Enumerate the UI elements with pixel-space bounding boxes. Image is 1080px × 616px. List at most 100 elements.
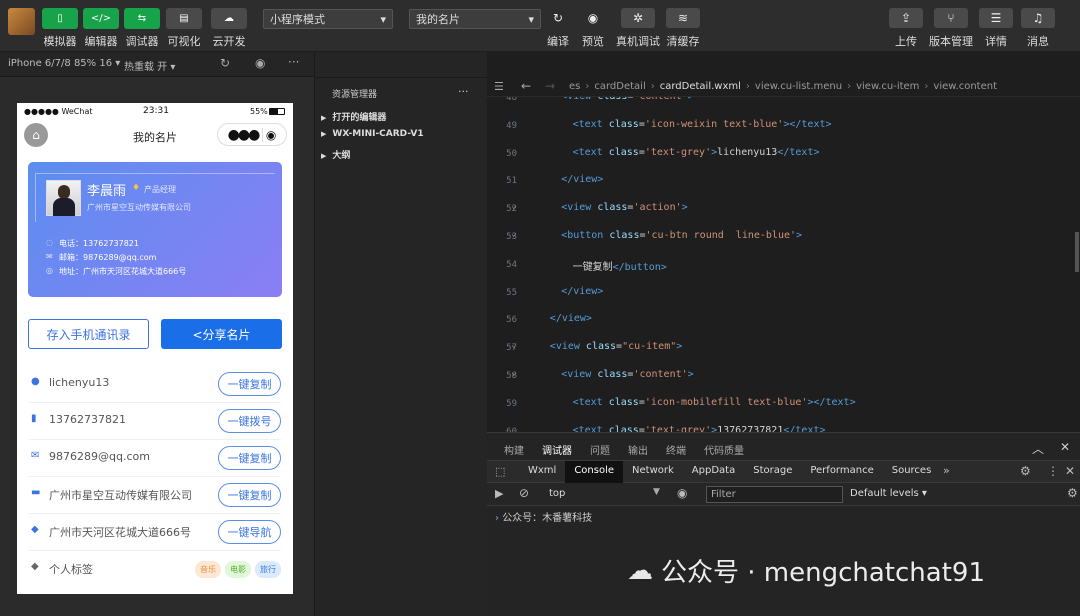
mode-select[interactable]: 小程序模式 ▾ — [263, 9, 393, 29]
chevron-up-icon[interactable]: ︿ — [1032, 440, 1044, 457]
context-select[interactable]: top — [549, 488, 565, 499]
kebab-menu-icon[interactable]: ⋮ — [1047, 464, 1059, 478]
close-target-icon[interactable]: ◉ — [266, 128, 276, 142]
contact-action-button[interactable]: 一键拨号 — [218, 409, 281, 433]
save-contact-button[interactable]: 存入手机通讯录 — [28, 319, 149, 349]
contact-row: ● lichenyu13 一键复制 — [29, 366, 281, 403]
code-area[interactable]: 48 <view class='content'> 49 <text class='i… — [487, 97, 1080, 432]
more-icon[interactable]: ··· — [288, 55, 299, 69]
explorer-section[interactable]: ▶ WX-MINI-CARD-V1 — [321, 129, 424, 139]
fold-chevron-icon[interactable]: ⌄ — [511, 368, 516, 378]
toolbar-bug-button[interactable]: ✲ — [621, 8, 655, 28]
breadcrumb-item[interactable]: cardDetail — [594, 81, 645, 92]
toolbar-bell-button[interactable]: ♫ — [1021, 8, 1055, 28]
battery-level: 55% — [250, 107, 268, 116]
debug-panel-tab[interactable]: 终端 — [666, 442, 686, 461]
project-select[interactable]: 我的名片 ▾ — [409, 9, 541, 29]
explorer-section[interactable]: ▶ 打开的编辑器 — [321, 110, 386, 123]
contact-action-button[interactable]: 一键复制 — [218, 483, 281, 507]
devtools-tab[interactable]: Storage — [744, 461, 801, 483]
code-token: 'content' — [633, 369, 688, 380]
close-icon[interactable]: ✕ — [1060, 440, 1070, 454]
list-icon[interactable]: ☰ — [494, 80, 504, 93]
toolbar-button-2[interactable]: ⇆ — [124, 8, 160, 29]
devtools-tab[interactable]: Sources — [883, 461, 941, 483]
breadcrumb-item[interactable]: view.cu-list.menu — [755, 81, 842, 92]
inspect-icon[interactable]: ⬚ — [495, 465, 505, 478]
devtools-tabbar: ⬚ Wxml Console Network AppData Storage Perfor… — [487, 460, 1080, 483]
devtools-tab[interactable]: Performance — [801, 461, 882, 483]
debug-panel-tab[interactable]: 输出 — [628, 442, 648, 461]
settings-gear-icon[interactable]: ⚙ — [1020, 464, 1031, 478]
device-select[interactable]: iPhone 6/7/8 85% 16 ▾ — [8, 58, 120, 69]
toolbar-upload-button[interactable]: ⇪ — [889, 8, 923, 28]
more-dots-icon[interactable]: ●●● — [228, 127, 261, 143]
breadcrumb-item[interactable]: cardDetail.wxml — [660, 81, 741, 92]
chevron-down-icon: ▾ — [380, 12, 386, 26]
toolbar-refresh-button[interactable]: ↻ — [541, 8, 575, 28]
sidebar-toggle-icon[interactable]: ▶ — [495, 487, 503, 500]
capsule-menu: ●●● ◉ — [217, 123, 287, 146]
forward-arrow-icon[interactable]: → — [545, 79, 555, 93]
explorer-section[interactable]: ▶ 大纲 — [321, 148, 350, 161]
breadcrumb-item[interactable]: view.content — [933, 81, 997, 92]
toolbar-branch-button[interactable]: ⑂ — [934, 8, 968, 28]
toolbar-button-label: 真机调试 — [616, 35, 660, 48]
devtools-tab[interactable]: AppData — [683, 461, 744, 483]
debug-panel-tab[interactable]: 问题 — [590, 442, 610, 461]
debug-panel-tab[interactable]: 代码质量 — [704, 442, 744, 461]
editor-scrollbar[interactable] — [1075, 232, 1079, 272]
line-number: 50 — [506, 148, 517, 159]
chevron-right-icon: ▶ — [321, 152, 327, 160]
toolbar-button-1[interactable]: </> — [83, 8, 119, 29]
code-token: class — [597, 97, 627, 102]
toolbar-layers-button[interactable]: ≋ — [666, 8, 700, 28]
back-arrow-icon[interactable]: ← — [521, 79, 531, 93]
code-token: > — [687, 369, 694, 380]
fold-chevron-icon[interactable]: ⌄ — [511, 201, 516, 211]
contact-action-button[interactable]: 一键复制 — [218, 446, 281, 470]
contact-action-button[interactable]: 一键导航 — [218, 520, 281, 544]
fold-chevron-icon[interactable]: ⌄ — [511, 229, 516, 239]
simulator-toggle[interactable]: ▯ — [42, 8, 78, 29]
devtools-tab[interactable]: Console — [565, 461, 624, 483]
card-address: 地址：广州市天河区花城大道666号 — [59, 267, 187, 276]
contact-action-button[interactable]: 一键复制 — [218, 372, 281, 396]
toolbar-menu-button[interactable]: ☰ — [979, 8, 1013, 28]
code-content: <text class='text-grey'>13762737821</tex… — [573, 425, 826, 432]
breadcrumb-item[interactable]: view.cu-item — [856, 81, 919, 92]
personal-tag[interactable]: 电影 — [225, 561, 251, 578]
code-line: 53 ⌄ <button class='cu-btn round line-blue… — [487, 229, 1080, 244]
debug-panel-tab[interactable]: 调试器 — [542, 442, 572, 461]
code-editor: ☰ ← → es › cardDetail › cardDetail.wxml › view… — [487, 52, 1080, 432]
user-avatar[interactable] — [8, 8, 35, 35]
breadcrumb-item[interactable]: es — [569, 81, 580, 92]
contact-text: 广州市天河区花城大道666号 — [49, 526, 191, 539]
toolbar-eye-button[interactable]: ◉ — [576, 8, 610, 28]
fold-chevron-icon[interactable]: ⌄ — [511, 340, 516, 350]
code-token: <text — [572, 146, 609, 158]
filter-input[interactable]: Filter — [706, 486, 843, 503]
log-levels-select[interactable]: Default levels ▾ — [850, 488, 927, 499]
devtools-tab[interactable]: Network — [623, 461, 683, 483]
personal-tag[interactable]: 音乐 — [195, 561, 221, 578]
devtools-tab[interactable]: Wxml — [519, 461, 565, 483]
personal-tag[interactable]: 旅行 — [255, 561, 281, 578]
hot-reload-toggle[interactable]: 热重载 开 ▾ — [124, 58, 175, 73]
more-icon[interactable]: ··· — [458, 85, 469, 98]
eye-icon[interactable]: ◉ — [677, 486, 687, 500]
devtools-close-icon[interactable]: ✕ — [1065, 464, 1075, 478]
rotate-icon[interactable]: ↻ — [220, 56, 230, 70]
code-token: </view> — [561, 285, 604, 297]
more-tabs-icon[interactable]: » — [943, 464, 950, 477]
toolbar-button-3[interactable]: ▤ — [166, 8, 202, 29]
clear-console-icon[interactable]: ⊘ — [519, 486, 529, 500]
explorer-title: 资源管理器 — [332, 90, 378, 100]
code-token: 'action' — [633, 202, 682, 214]
chevron-down-icon[interactable]: ▼ — [653, 487, 660, 497]
stop-icon[interactable]: ◉ — [255, 56, 265, 70]
console-settings-icon[interactable]: ⚙ — [1067, 486, 1078, 500]
debug-panel-tab[interactable]: 构建 — [504, 442, 524, 461]
toolbar-button-4[interactable]: ☁ — [211, 8, 247, 29]
share-card-button[interactable]: <分享名片 — [161, 319, 282, 349]
